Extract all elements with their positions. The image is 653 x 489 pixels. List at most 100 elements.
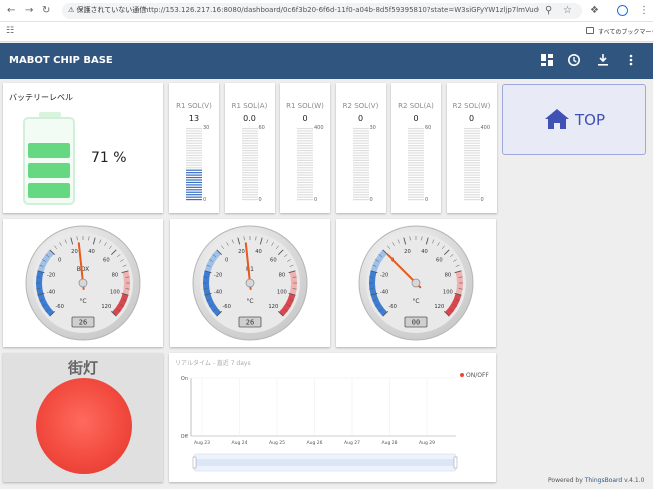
bar-segment — [463, 174, 480, 176]
gauge-tick-label: 80 — [445, 272, 452, 278]
gauge-tick-label: 60 — [270, 257, 277, 263]
extensions-icon[interactable]: ❖ — [590, 5, 599, 17]
download-icon[interactable] — [596, 53, 610, 67]
bar-segment — [463, 130, 480, 132]
x-tick-label: Aug 27 — [344, 440, 360, 446]
bar-label: R2 SOL(W) — [452, 102, 491, 110]
range-handle-right[interactable] — [453, 456, 458, 469]
bar-segment — [463, 147, 480, 149]
y-tick-label: On — [181, 376, 188, 382]
bar-segment — [352, 176, 369, 179]
bar-segment — [463, 176, 480, 179]
url-text[interactable]: http://153.126.217.16:8080/dashboard/0c6… — [144, 6, 539, 14]
bar-label: R1 SOL(V) — [176, 102, 212, 110]
bar-segment — [408, 157, 424, 159]
bar-segment — [297, 186, 313, 188]
bar-segment — [463, 162, 480, 164]
history-icon[interactable] — [567, 53, 581, 67]
bar-segment — [241, 130, 258, 132]
security-warning-chip[interactable]: ⚠ 保護されていない通信 — [68, 5, 146, 15]
bar-segment — [352, 130, 369, 132]
bar-segment — [408, 162, 424, 164]
bar-segment — [463, 159, 480, 161]
profile-icon[interactable] — [617, 5, 628, 16]
temperature-gauge: -60 -40 -20 0 20 40 60 80 100 120 R1 °C 26 — [192, 225, 307, 341]
back-icon[interactable]: ← — [7, 5, 15, 17]
bar-segment — [408, 154, 424, 157]
bar-value: 0 — [468, 114, 475, 123]
bar-segment — [297, 191, 313, 193]
reload-icon[interactable]: ↻ — [42, 5, 50, 17]
bar-segment — [463, 157, 480, 159]
browser-menu-icon[interactable]: ⋮ — [639, 5, 649, 17]
address-bar[interactable]: ⚠ 保護されていない通信 http://153.126.217.16:8080/… — [62, 3, 582, 19]
battery-cell — [28, 163, 70, 178]
bar-segment — [186, 145, 202, 147]
footer: Powered by ThingsBoard v.4.1.0 — [548, 477, 644, 484]
bar-segment — [408, 145, 424, 147]
bar-segment — [352, 147, 369, 149]
bar-segment — [241, 137, 258, 139]
bar-segment — [297, 135, 313, 137]
streetlight-lamp[interactable] — [36, 378, 132, 474]
bar-segment — [352, 142, 369, 144]
thingsboard-link[interactable]: ThingsBoard — [585, 477, 623, 484]
bar-label: R2 SOL(A) — [398, 102, 434, 110]
bar-segment — [352, 172, 369, 174]
gauge-tick-label: 120 — [434, 304, 444, 310]
gauge-tick-label: 40 — [255, 249, 262, 255]
temperature-gauge: -60 -40 -20 0 20 40 60 80 100 120 BOX °C 26 — [25, 225, 141, 341]
bar-segment — [463, 184, 480, 186]
time-range-selection[interactable] — [194, 459, 456, 466]
x-tick-label: Aug 23 — [194, 440, 210, 446]
bar-segment — [408, 132, 424, 135]
bar-segment — [297, 157, 313, 159]
x-tick-label: Aug 28 — [382, 440, 398, 446]
bar-segment — [297, 150, 313, 152]
bar-segment — [408, 174, 424, 176]
layout-icon[interactable] — [540, 53, 554, 67]
bar-card: R2 SOL(W) 0 400 0 — [446, 83, 497, 213]
range-handle-left[interactable] — [192, 456, 197, 469]
security-warning-text: 保護されていない通信 — [76, 6, 147, 14]
top-button[interactable]: TOP — [502, 84, 646, 155]
bar-segment — [241, 174, 258, 176]
bar-segment — [463, 145, 480, 147]
bar-segment — [297, 154, 313, 157]
gauge-tick-label: 120 — [268, 304, 278, 310]
bar-segment — [241, 184, 258, 186]
bar-segment — [241, 147, 258, 149]
forward-icon[interactable]: → — [25, 5, 33, 17]
gauge-hub — [411, 278, 421, 288]
bar-segment — [408, 191, 424, 193]
bar-segment — [463, 169, 480, 171]
bar-segment — [408, 164, 424, 166]
bar-max: 400 — [314, 125, 324, 131]
more-vert-icon[interactable] — [624, 53, 638, 67]
bookmark-star-icon[interactable]: ☆ — [563, 5, 572, 17]
bar-segment — [186, 135, 202, 137]
bar-segment — [408, 127, 424, 130]
bar-segment — [297, 181, 313, 184]
bar-card: R1 SOL(W) 0 400 0 — [280, 83, 330, 213]
bar-value: 0.0 — [243, 114, 256, 123]
bar-gauge — [186, 127, 202, 201]
bar-segment — [352, 184, 369, 186]
apps-icon[interactable]: ☷ — [6, 25, 14, 37]
bar-segment — [297, 145, 313, 147]
bar-segment — [241, 172, 258, 174]
bar-segment — [297, 147, 313, 149]
all-bookmarks-link[interactable]: すべてのブックマーク — [598, 27, 653, 36]
gauge-tick-label: 20 — [404, 249, 411, 255]
gauge-tick-label: 20 — [71, 249, 78, 255]
bar-segment — [463, 186, 480, 188]
bar-segment — [241, 169, 258, 171]
bar-segment — [408, 152, 424, 154]
bar-segment — [352, 194, 369, 196]
bar-segment — [463, 164, 480, 166]
zoom-icon[interactable]: ⚲ — [545, 5, 552, 17]
bar-segment — [186, 132, 202, 135]
bar-segment — [463, 152, 480, 154]
dashboard-header: MABOT CHIP BASE — [0, 43, 653, 79]
bar-segment — [241, 145, 258, 147]
